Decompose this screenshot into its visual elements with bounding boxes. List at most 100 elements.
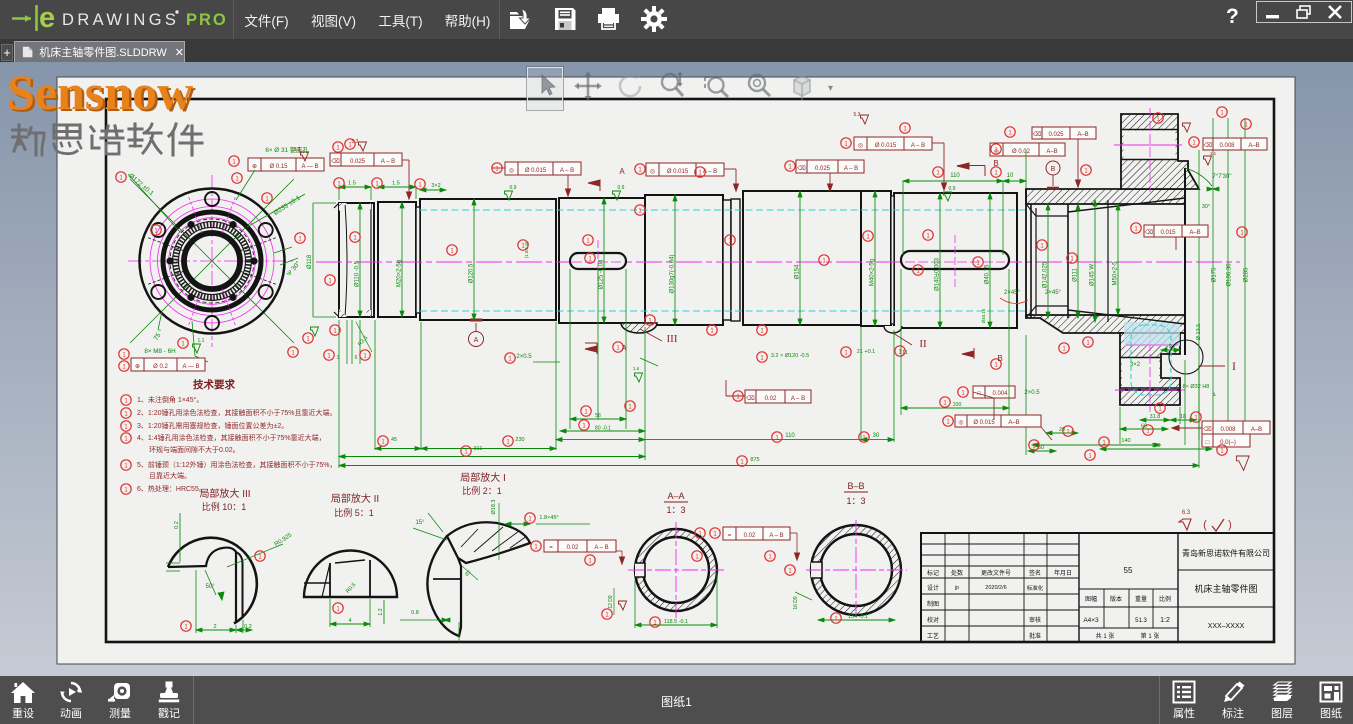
svg-text:⌫: ⌫ bbox=[1204, 142, 1213, 149]
svg-text:0.004: 0.004 bbox=[992, 391, 1008, 397]
svg-text:环规与端面间隙不大于0.02。: 环规与端面间隙不大于0.02。 bbox=[149, 445, 240, 454]
svg-text:A – B: A – B bbox=[769, 533, 783, 539]
svg-text:◎: ◎ bbox=[509, 168, 514, 174]
svg-text:Ø145 W: Ø145 W bbox=[1090, 264, 1096, 286]
svg-text:⌫: ⌫ bbox=[1145, 229, 1154, 236]
svg-text:2×45°: 2×45° bbox=[1004, 290, 1021, 296]
svg-text:11: 11 bbox=[902, 350, 908, 356]
svg-text:100: 100 bbox=[953, 402, 962, 408]
svg-text:3、1:20锤孔需用塞规检查，锤面位置公差为±2。: 3、1:20锤孔需用塞规检查，锤面位置公差为±2。 bbox=[137, 421, 288, 430]
svg-text:3×2: 3×2 bbox=[431, 183, 440, 189]
svg-text:青岛新思诺软件有限公司: 青岛新思诺软件有限公司 bbox=[1182, 548, 1270, 558]
svg-text:31.8: 31.8 bbox=[1150, 414, 1161, 420]
svg-text:标记: 标记 bbox=[927, 569, 939, 577]
svg-text:118.5 -0.1: 118.5 -0.1 bbox=[664, 619, 688, 625]
svg-text:e: e bbox=[39, 2, 55, 34]
svg-text:A – B: A – B bbox=[594, 545, 608, 551]
svg-text:=: = bbox=[728, 533, 732, 539]
svg-text:Ø130g7(-0.04): Ø130g7(-0.04) bbox=[670, 254, 676, 293]
svg-text:0.008: 0.008 bbox=[1220, 427, 1236, 433]
svg-text:2×45°: 2×45° bbox=[1045, 290, 1062, 296]
svg-text:批准: 批准 bbox=[1029, 632, 1041, 640]
svg-text:Ø 13.5: Ø 13.5 bbox=[1196, 324, 1202, 341]
svg-text:6.3: 6.3 bbox=[1182, 510, 1191, 516]
svg-text:局部放大 II: 局部放大 II bbox=[331, 492, 379, 505]
svg-text:2×0.5: 2×0.5 bbox=[1024, 390, 1040, 396]
svg-text:重量: 重量 bbox=[1135, 595, 1147, 603]
svg-text:Ø154: Ø154 bbox=[795, 264, 801, 279]
svg-text:PRO: PRO bbox=[186, 11, 228, 29]
svg-text:6: 6 bbox=[355, 355, 358, 361]
svg-text:A: A bbox=[621, 344, 627, 353]
svg-text:45: 45 bbox=[391, 437, 397, 443]
svg-text:A: A bbox=[619, 167, 625, 176]
svg-text:版本: 版本 bbox=[1110, 595, 1122, 603]
svg-text:51.3: 51.3 bbox=[1135, 618, 1147, 624]
svg-text:230: 230 bbox=[515, 437, 524, 443]
svg-text:1.2: 1.2 bbox=[378, 608, 384, 615]
svg-text:Ø125 -0.04: Ø125 -0.04 bbox=[599, 259, 605, 290]
svg-text:4、1:4锤孔用涂色法检查，其接触面积不小于75%靠近大端，: 4、1:4锤孔用涂色法检查，其接触面积不小于75%靠近大端， bbox=[137, 433, 326, 442]
svg-text:0.02: 0.02 bbox=[567, 545, 579, 551]
svg-text:Ø186.36: Ø186.36 bbox=[1227, 263, 1233, 287]
svg-text:10: 10 bbox=[1007, 173, 1014, 179]
svg-text:140: 140 bbox=[1121, 438, 1130, 444]
svg-text:0.9: 0.9 bbox=[949, 186, 956, 192]
svg-text:设计: 设计 bbox=[927, 584, 939, 592]
svg-text:0.9: 0.9 bbox=[510, 185, 517, 191]
svg-text:5、前锤颈（1:12外锤）用涂色法检查，其接触面积不小于75: 5、前锤颈（1:12外锤）用涂色法检查，其接触面积不小于75%， bbox=[137, 460, 337, 469]
svg-text:标准化: 标准化 bbox=[1027, 584, 1044, 592]
svg-text:第 1 张: 第 1 张 bbox=[1141, 632, 1160, 640]
svg-text:5.3: 5.3 bbox=[854, 112, 861, 118]
svg-text:Ø111: Ø111 bbox=[1073, 267, 1079, 281]
svg-text:A4×3: A4×3 bbox=[1083, 617, 1099, 624]
svg-text:A: A bbox=[474, 337, 479, 344]
svg-text:30°: 30° bbox=[1202, 204, 1210, 210]
svg-text:110: 110 bbox=[950, 173, 960, 179]
svg-text:1.1: 1.1 bbox=[1210, 151, 1217, 156]
svg-text:I: I bbox=[1232, 359, 1236, 373]
svg-text:⊕: ⊕ bbox=[252, 164, 257, 170]
svg-text:图幅: 图幅 bbox=[1085, 595, 1097, 603]
svg-text:A – B: A – B bbox=[844, 166, 858, 172]
svg-text:局部放大 I: 局部放大 I bbox=[460, 471, 506, 484]
svg-text:⌫: ⌫ bbox=[746, 395, 755, 402]
svg-text:0.9: 0.9 bbox=[618, 185, 625, 191]
svg-text:⌫: ⌫ bbox=[331, 158, 340, 165]
svg-text:1.6: 1.6 bbox=[633, 366, 640, 371]
svg-text:共 1 张: 共 1 张 bbox=[1096, 632, 1115, 640]
svg-text:8× Ø32 H8: 8× Ø32 H8 bbox=[1183, 384, 1210, 390]
svg-text:Ø 0.015: Ø 0.015 bbox=[667, 169, 689, 175]
svg-text:XXX–XXXX: XXX–XXXX bbox=[1208, 623, 1245, 630]
svg-text:Ø285: Ø285 bbox=[1244, 267, 1250, 282]
svg-text:7°7'30'': 7°7'30'' bbox=[1212, 174, 1231, 180]
svg-text:M40×2-5g: M40×2-5g bbox=[870, 259, 876, 286]
svg-text:3: 3 bbox=[337, 355, 340, 361]
svg-text:0.2: 0.2 bbox=[174, 521, 180, 529]
svg-text:A–B: A–B bbox=[1077, 132, 1088, 138]
svg-text:⌫: ⌫ bbox=[797, 165, 806, 172]
svg-text:2×0.5: 2×0.5 bbox=[516, 354, 532, 360]
svg-text:III: III bbox=[667, 333, 678, 345]
svg-text:M20×2-5g: M20×2-5g bbox=[397, 260, 403, 287]
svg-text:比例 10：1: 比例 10：1 bbox=[202, 501, 247, 512]
svg-text:工艺: 工艺 bbox=[927, 632, 939, 640]
svg-text:16 D9: 16 D9 bbox=[793, 596, 799, 610]
svg-text:1：3: 1：3 bbox=[846, 496, 865, 506]
svg-text:2020/2/6: 2020/2/6 bbox=[985, 585, 1006, 591]
svg-text:A–B: A–B bbox=[1046, 149, 1057, 155]
svg-text:A – B: A – B bbox=[381, 159, 395, 165]
svg-text:18: 18 bbox=[1180, 414, 1186, 420]
svg-text:A–B: A–B bbox=[1189, 230, 1200, 236]
svg-text:875: 875 bbox=[750, 457, 759, 463]
svg-text:3×2: 3×2 bbox=[1130, 362, 1141, 368]
svg-text:): ) bbox=[1228, 519, 1232, 531]
svg-text:Ø110 -0.5: Ø110 -0.5 bbox=[355, 260, 361, 287]
svg-text:技术要求: 技术要求 bbox=[193, 378, 235, 391]
svg-text:年月日: 年月日 bbox=[1054, 569, 1072, 577]
svg-text:A — B: A — B bbox=[301, 164, 318, 170]
svg-text:=: = bbox=[549, 545, 553, 551]
svg-text:II: II bbox=[919, 338, 927, 350]
svg-text:1、未注倒角 1×45°。: 1、未注倒角 1×45°。 bbox=[137, 395, 203, 404]
svg-text:jp: jp bbox=[954, 585, 959, 591]
